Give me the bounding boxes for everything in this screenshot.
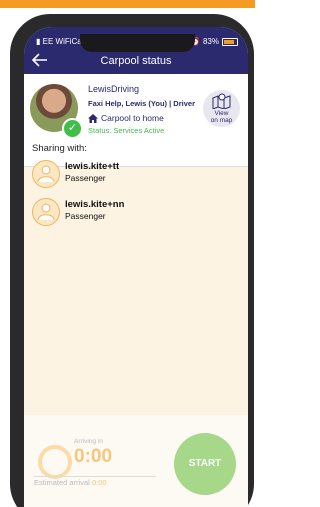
battery-percent: 83% [202, 37, 219, 46]
passenger-name: lewis.kite+tt [65, 161, 120, 172]
app-stage: ▮ EE WiFiCa ⏰ 83% Carpool status ✓ Lewis… [0, 0, 255, 507]
passenger-role: Passenger [65, 173, 106, 183]
carpool-members: Faxi Help, Lewis (You) | Driver [88, 99, 195, 108]
estimated-arrival: Estimated arrival 0:00 [34, 478, 107, 487]
passenger-name: lewis.kite+nn [65, 199, 125, 210]
phone-notch [80, 34, 195, 52]
carrier-label: EE WiFiCa [42, 37, 82, 46]
trip-control-panel: Arriving in 0:00 Estimated arrival 0:00 … [24, 415, 248, 507]
sharing-title: Sharing with: [32, 143, 87, 154]
battery-icon [222, 37, 238, 46]
passenger-item[interactable]: lewis.kite+nn Passenger [32, 198, 232, 226]
carpool-group-name: LewisDriving [88, 84, 140, 94]
estimated-arrival-value: 0:00 [91, 478, 107, 487]
service-status: Status: Services Active [88, 126, 165, 135]
battery-indicator: ⏰ 83% [190, 37, 238, 46]
view-on-map-button[interactable]: View on map [203, 90, 240, 127]
arrival-timer-ring [38, 445, 72, 479]
divider [34, 476, 156, 477]
page-title: Carpool status [100, 55, 172, 67]
view-on-map-label: View on map [210, 110, 233, 124]
passenger-avatar [32, 160, 60, 188]
carrier-text: ▮ EE WiFiCa [36, 37, 82, 46]
arriving-in-label: Arriving in [74, 438, 103, 445]
passenger-avatar [32, 198, 60, 226]
phone-screen: ▮ EE WiFiCa ⏰ 83% Carpool status ✓ Lewis… [24, 27, 248, 507]
passenger-role: Passenger [65, 211, 106, 221]
person-icon [37, 165, 55, 182]
home-icon [88, 113, 98, 123]
person-icon [37, 203, 55, 220]
arriving-in-time: 0:00 [74, 446, 113, 467]
estimated-arrival-label: Estimated arrival [34, 478, 90, 487]
destination-label: Carpool to home [101, 113, 164, 123]
verified-check-icon: ✓ [62, 118, 83, 139]
carpool-destination: Carpool to home [88, 113, 164, 123]
signal-icon: ▮ [36, 37, 41, 46]
top-accent-band [0, 0, 255, 8]
map-icon [212, 93, 231, 109]
start-button[interactable]: START [174, 433, 236, 495]
passenger-item[interactable]: lewis.kite+tt Passenger [32, 160, 232, 188]
